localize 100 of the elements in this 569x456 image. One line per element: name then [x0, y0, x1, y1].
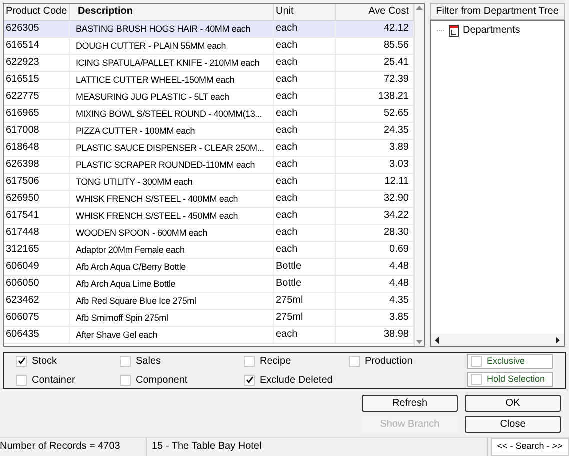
table-cell: 622775 — [4, 89, 70, 105]
scroll-up-icon[interactable] — [416, 6, 423, 10]
table-cell: Bottle — [274, 276, 336, 292]
record-count: Number of Records = 4703 — [0, 438, 147, 456]
option-toggle[interactable]: Hold Selection — [467, 372, 553, 387]
table-row[interactable]: 617541 WHISK FRENCH S/STEEL - 450MM each each 34.22 — [4, 208, 414, 225]
checkmark-icon — [18, 357, 26, 365]
scroll-down-icon[interactable] — [416, 340, 423, 344]
checkbox-label: Sales — [136, 354, 162, 368]
table-cell: each — [274, 106, 336, 122]
table-cell: WOODEN SPOON - 600MM each — [70, 225, 274, 241]
table-row[interactable]: 616514 DOUGH CUTTER - PLAIN 55MM each each 85.56 — [4, 38, 414, 55]
checkbox-label: Stock — [32, 354, 58, 368]
table-row[interactable]: 626305 BASTING BRUSH HOGS HAIR - 40MM each each 42.12 — [4, 21, 414, 38]
table-row[interactable]: 626398 PLASTIC SCRAPER ROUNDED-110MM each each 3.03 — [4, 157, 414, 174]
table-cell: each — [274, 140, 336, 156]
checkbox[interactable] — [471, 356, 482, 367]
tree-header: Filter from Department Tree — [430, 3, 565, 20]
table-cell: each — [274, 191, 336, 207]
table-row[interactable]: 616515 LATTICE CUTTER WHEEL-150MM each each 72.39 — [4, 72, 414, 89]
table-cell: Bottle — [274, 259, 336, 275]
table-cell: Afb Arch Aqua C/Berry Bottle — [70, 259, 274, 275]
table-cell: 616514 — [4, 38, 70, 54]
action-button[interactable]: Close — [465, 416, 561, 433]
table-cell: 617541 — [4, 208, 70, 224]
search-button[interactable]: << - Search - >> — [491, 438, 569, 456]
table-row[interactable]: 606050 Afb Arch Aqua Lime Bottle Bottle 4.48 — [4, 276, 414, 293]
table-cell: 616965 — [4, 106, 70, 122]
action-button[interactable]: OK — [465, 395, 561, 412]
table-cell: MIXING BOWL S/STEEL ROUND - 400MM(13... — [70, 106, 274, 122]
checkbox[interactable] — [349, 356, 360, 366]
table-cell: each — [274, 225, 336, 241]
checkbox-label: Exclusive — [487, 354, 526, 368]
table-row[interactable]: 606049 Afb Arch Aqua C/Berry Bottle Bottle 4.48 — [4, 259, 414, 276]
document-icon — [449, 24, 459, 36]
table-cell: 606050 — [4, 276, 70, 292]
table-cell: 622923 — [4, 55, 70, 71]
option-toggle[interactable]: Exclusive — [467, 354, 553, 369]
checkbox[interactable] — [16, 374, 27, 386]
table-cell: Adaptor 20Mm Female each — [70, 242, 274, 258]
table-row[interactable]: 618648 PLASTIC SAUCE DISPENSER - CLEAR 250M... each 3.89 — [4, 140, 414, 157]
table-row[interactable]: 312165 Adaptor 20Mm Female each each 0.69 — [4, 242, 414, 259]
checkbox[interactable] — [244, 374, 255, 386]
table-row[interactable]: 617008 PIZZA CUTTER - 100MM each each 24.35 — [4, 123, 414, 140]
table-row[interactable]: 617506 TONG UTILITY - 300MM each each 12.11 — [4, 174, 414, 191]
table-cell: each — [274, 208, 336, 224]
table-cell: each — [274, 55, 336, 71]
table-cell: PLASTIC SCRAPER ROUNDED-110MM each — [70, 157, 274, 173]
action-button[interactable]: Refresh — [362, 395, 458, 412]
checkbox[interactable] — [120, 374, 131, 386]
table-cell: 275ml — [274, 310, 336, 326]
table-row[interactable]: 623462 Afb Red Square Blue Ice 275ml 275ml 4.35 — [4, 293, 414, 310]
table-cell: Afb Red Square Blue Ice 275ml — [70, 293, 274, 309]
column-header[interactable]: Unit — [274, 4, 336, 20]
tree-item[interactable]: Departments — [463, 23, 520, 38]
table-cell: 626950 — [4, 191, 70, 207]
table-cell: 626398 — [4, 157, 70, 173]
table-row[interactable]: 622923 ICING SPATULA/PALLET KNIFE - 210MM each each 25.41 — [4, 55, 414, 72]
table-cell: each — [274, 242, 336, 258]
scroll-left-icon[interactable] — [435, 336, 439, 344]
table-cell: LATTICE CUTTER WHEEL-150MM each — [70, 72, 274, 88]
table-cell: 623462 — [4, 293, 70, 309]
table-cell: DOUGH CUTTER - PLAIN 55MM each — [70, 38, 274, 54]
checkbox-label: Recipe — [260, 354, 292, 368]
checkbox-label: Component — [136, 374, 188, 388]
table-cell: 617448 — [4, 225, 70, 241]
tree-connector-icon — [437, 30, 445, 32]
table-cell: ICING SPATULA/PALLET KNIFE - 210MM each — [70, 55, 274, 71]
checkbox[interactable] — [16, 356, 27, 366]
table-cell: 626305 — [4, 21, 70, 37]
scroll-right-icon[interactable] — [556, 336, 560, 344]
table-row[interactable]: 622775 MEASURING JUG PLASTIC - 5LT each each 138.21 — [4, 89, 414, 106]
table-cell: Afb Smirnoff Spin 275ml — [70, 310, 274, 326]
table-cell: each — [274, 89, 336, 105]
checkbox-label: Hold Selection — [487, 372, 546, 386]
checkbox-label: Exclude Deleted — [260, 374, 333, 388]
table-cell: 606075 — [4, 310, 70, 326]
checkbox[interactable] — [471, 374, 482, 385]
table-cell: 275ml — [274, 293, 336, 309]
table-cell: each — [274, 327, 336, 343]
checkmark-icon — [246, 376, 254, 384]
table-row[interactable]: 606075 Afb Smirnoff Spin 275ml 275ml 3.85 — [4, 310, 414, 327]
checkbox[interactable] — [120, 356, 131, 366]
table-row[interactable]: 617448 WOODEN SPOON - 600MM each each 28.30 — [4, 225, 414, 242]
table-cell: After Shave Gel each — [70, 327, 274, 343]
table-row[interactable]: 606435 After Shave Gel each each 38.98 — [4, 327, 414, 344]
table-cell: 617506 — [4, 174, 70, 190]
table-cell: PLASTIC SAUCE DISPENSER - CLEAR 250M... — [70, 140, 274, 156]
table-cell: each — [274, 72, 336, 88]
checkbox[interactable] — [244, 356, 255, 366]
table-row[interactable]: 626950 WHISK FRENCH S/STEEL - 400MM each each 32.90 — [4, 191, 414, 208]
table-cell: each — [274, 21, 336, 37]
column-header[interactable]: Description — [70, 4, 274, 20]
table-cell: BASTING BRUSH HOGS HAIR - 40MM each — [70, 21, 274, 37]
column-header[interactable]: Product Code — [4, 4, 70, 20]
table-cell: each — [274, 174, 336, 190]
table-row[interactable]: 616965 MIXING BOWL S/STEEL ROUND - 400MM(13... each 52.65 — [4, 106, 414, 123]
table-cell: Afb Arch Aqua Lime Bottle — [70, 276, 274, 292]
checkbox-label: Production — [365, 354, 413, 368]
table-cell: 617008 — [4, 123, 70, 139]
